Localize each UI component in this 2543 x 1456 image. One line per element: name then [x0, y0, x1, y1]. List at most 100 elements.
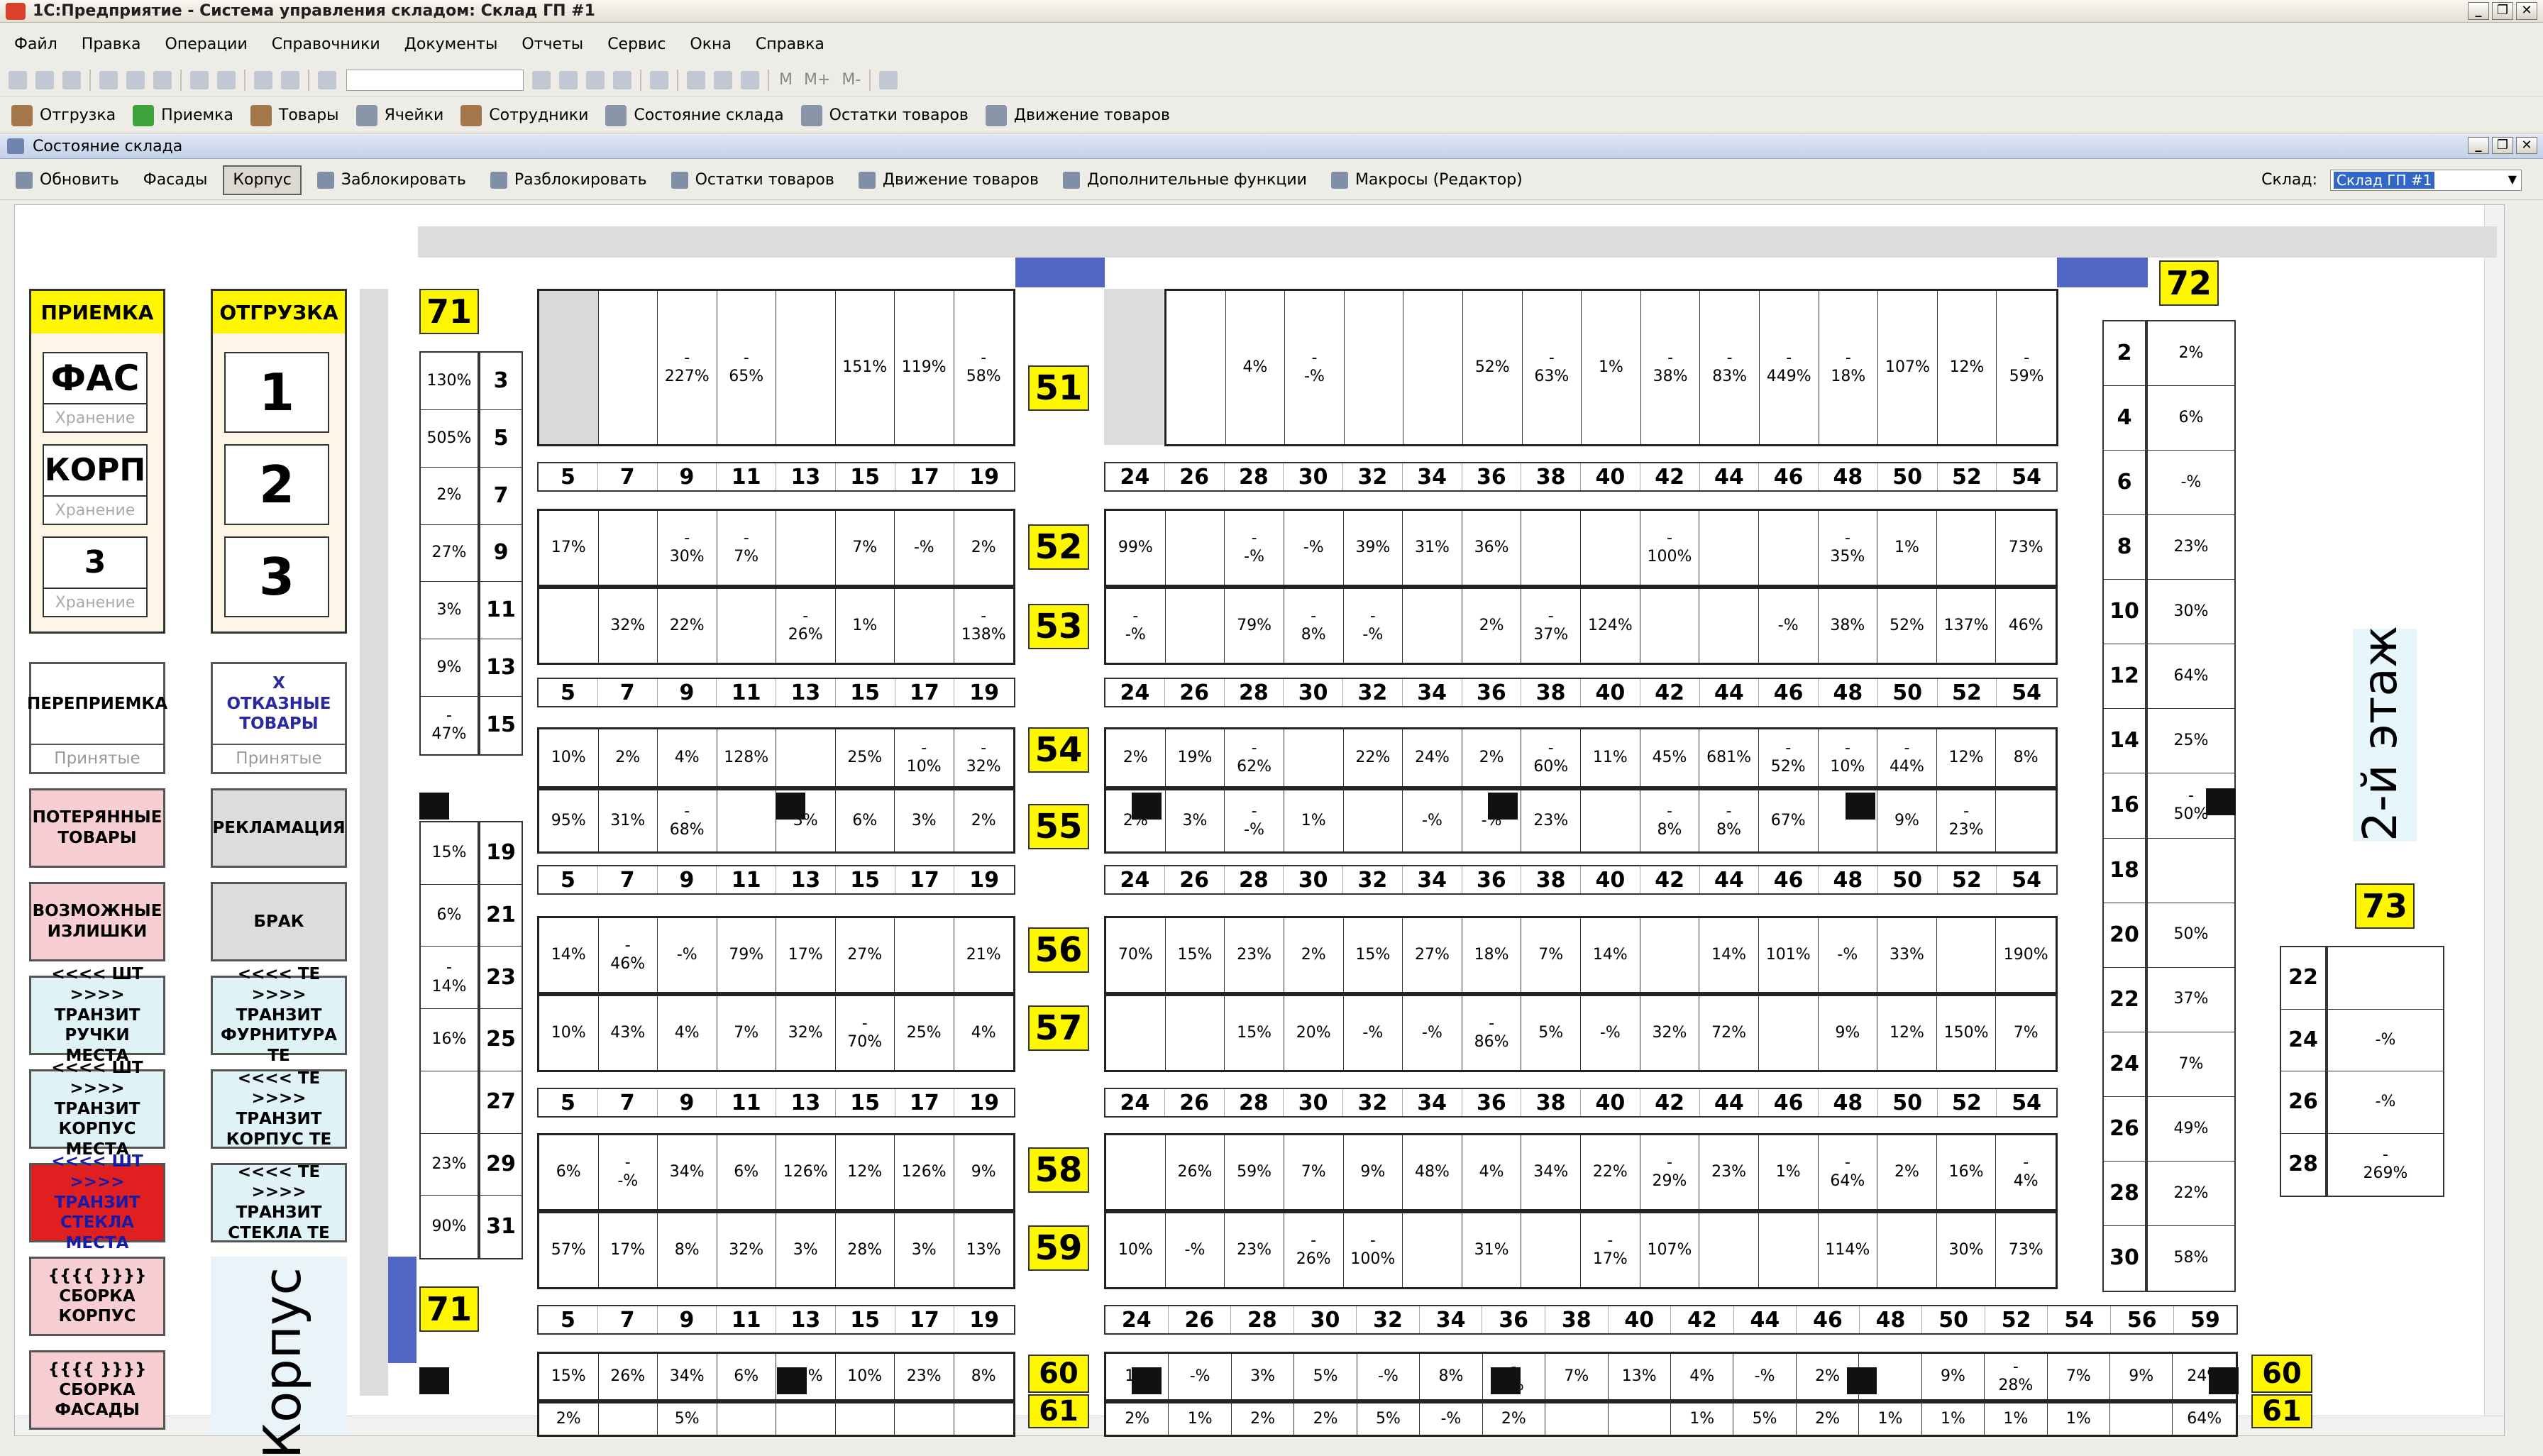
storage-cell[interactable]: 23% [1225, 918, 1284, 992]
storage-cell[interactable]: - 63% [1523, 291, 1582, 444]
storage-cell[interactable]: 2% [1106, 729, 1166, 786]
storage-cell[interactable] [1521, 511, 1581, 585]
storage-cell[interactable]: 9% [1922, 1354, 1985, 1399]
claims-button[interactable]: РЕКЛАМАЦИЯ [211, 788, 347, 868]
column-cell[interactable]: -% [2148, 451, 2234, 516]
storage-cell[interactable]: 10% [539, 996, 599, 1070]
column-cell[interactable]: 8 [2104, 515, 2145, 580]
column-cell[interactable] [421, 1071, 478, 1134]
storage-cell[interactable]: 14% [1581, 918, 1640, 992]
column-cell[interactable]: 25% [2148, 709, 2234, 774]
storage-cell[interactable]: 30% [1937, 1213, 1997, 1287]
storage-cell[interactable]: 26% [599, 1354, 658, 1399]
help-icon[interactable] [650, 70, 668, 89]
storage-cell[interactable]: 126% [895, 1135, 954, 1209]
storage-cell[interactable] [1581, 511, 1640, 585]
column-cell[interactable]: 14 [2104, 709, 2145, 774]
column-cell[interactable]: 9% [421, 639, 478, 697]
column-cell[interactable]: 2% [421, 468, 478, 525]
storage-cell[interactable]: 10% [539, 729, 599, 786]
column-cell[interactable]: 16% [421, 1009, 478, 1071]
column-cell[interactable]: 5 [480, 410, 522, 468]
storage-cell[interactable]: 7% [2048, 1354, 2110, 1399]
search-input[interactable] [346, 69, 524, 91]
window-icon[interactable] [613, 70, 631, 89]
storage-cell[interactable] [599, 511, 658, 585]
storage-cell[interactable]: 1% [1877, 511, 1937, 585]
column-cell[interactable]: - 269% [2328, 1134, 2443, 1196]
storage-cell[interactable]: - -% [1225, 511, 1284, 585]
storage-cell[interactable]: 2% [1462, 589, 1522, 663]
storage-cell[interactable]: -% [1166, 1213, 1225, 1287]
column-cell[interactable]: 21 [480, 885, 522, 947]
storage-cell[interactable]: 4% [1671, 1354, 1734, 1399]
storage-cell[interactable]: 7% [717, 996, 776, 1070]
column-cell[interactable]: 30% [2148, 580, 2234, 645]
storage-cell[interactable]: 72% [1699, 996, 1759, 1070]
storage-cell[interactable]: 46% [1996, 589, 2056, 663]
clipboard-icon[interactable] [741, 70, 759, 89]
column-cell[interactable]: -% [2328, 1010, 2443, 1071]
storage-cell[interactable]: 107% [1640, 1213, 1700, 1287]
storage-cell[interactable]: 9% [1877, 790, 1937, 851]
column-cell[interactable]: 30 [2104, 1226, 2145, 1291]
column-cell[interactable]: 25 [480, 1009, 522, 1071]
storage-cell[interactable]: 10% [1106, 1213, 1166, 1287]
column-cell[interactable]: 22 [2281, 947, 2325, 1010]
storage-cell[interactable]: - -% [1106, 589, 1166, 663]
storage-cell[interactable]: 1% [1859, 1403, 1922, 1435]
storage-cell[interactable]: 39% [1344, 511, 1403, 585]
minimize-button[interactable]: _ [2468, 2, 2489, 20]
column-cell[interactable] [2328, 947, 2443, 1010]
storage-cell[interactable]: - 18% [1819, 291, 1879, 444]
storage-cell[interactable]: 9% [2110, 1354, 2173, 1399]
storage-cell[interactable] [1699, 589, 1759, 663]
column-cell[interactable]: 4 [2104, 386, 2145, 451]
storage-cell[interactable]: 22% [1344, 729, 1403, 786]
storage-cell[interactable]: - 38% [1641, 291, 1701, 444]
storage-cell[interactable]: - 227% [658, 291, 717, 444]
storage-cell[interactable]: 32% [1640, 996, 1700, 1070]
storage-cell[interactable]: -% [1759, 589, 1819, 663]
storage-cell[interactable]: 23% [895, 1354, 954, 1399]
assembly-facades-button[interactable]: {{{{ }}}} СБОРКА ФАСАДЫ [29, 1350, 165, 1430]
menu-item[interactable]: Документы [404, 35, 498, 53]
redo-icon[interactable] [281, 70, 299, 89]
storage-cell[interactable] [1284, 729, 1344, 786]
menu-item[interactable]: Отчеты [522, 35, 583, 53]
gate-g1[interactable]: 1 [224, 352, 329, 433]
storage-cell[interactable]: 28% [836, 1213, 895, 1287]
column-cell[interactable]: 7% [2148, 1032, 2234, 1097]
gate-g3[interactable]: 3 [224, 536, 329, 617]
storage-cell[interactable] [599, 1403, 658, 1435]
storage-cell[interactable]: 32% [776, 996, 836, 1070]
storage-cell[interactable]: - 29% [1640, 1135, 1700, 1209]
storage-cell[interactable]: 2% [1106, 1403, 1169, 1435]
storage-cell[interactable]: 2% [954, 790, 1014, 851]
storage-cell[interactable] [1937, 918, 1997, 992]
storage-cell[interactable]: 2% [1294, 1403, 1357, 1435]
storage-cell[interactable]: -% [658, 918, 717, 992]
column-cell[interactable]: 28 [2104, 1162, 2145, 1226]
column-cell[interactable]: - 47% [421, 697, 478, 754]
storage-cell[interactable]: 23% [1225, 1213, 1284, 1287]
storage-cell[interactable] [776, 1403, 836, 1435]
storage-cell[interactable]: - 70% [836, 996, 895, 1070]
storage-cell[interactable] [1403, 589, 1462, 663]
shortcut-button[interactable]: Движение товаров [985, 104, 1170, 126]
new-document-icon[interactable] [9, 70, 27, 89]
column-cell[interactable]: 49% [2148, 1097, 2234, 1162]
storage-cell[interactable]: - 35% [1819, 511, 1878, 585]
column-cell[interactable]: - 14% [421, 947, 478, 1010]
column-cell[interactable]: 23% [2148, 515, 2234, 580]
storage-cell[interactable] [1609, 1403, 1671, 1435]
transit-fittings-button[interactable]: <<<< ТЕ >>>> ТРАНЗИТ ФУРНИТУРА ТЕ [211, 965, 347, 1065]
storage-cell[interactable] [717, 1403, 776, 1435]
storage-cell[interactable] [1759, 996, 1819, 1070]
row-label-l55[interactable]: 55 [1028, 804, 1089, 849]
storage-cell[interactable] [1759, 1213, 1819, 1287]
storage-cell[interactable]: 33% [1877, 918, 1937, 992]
row-label-l52[interactable]: 52 [1028, 524, 1089, 570]
storage-cell[interactable] [836, 1403, 895, 1435]
storage-cell[interactable] [776, 729, 836, 786]
